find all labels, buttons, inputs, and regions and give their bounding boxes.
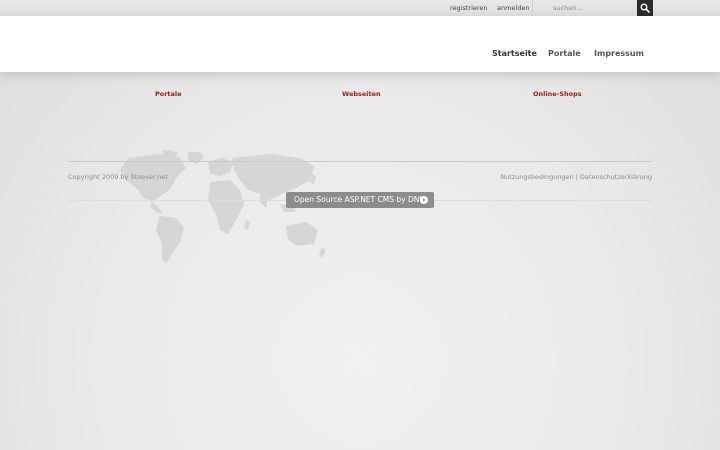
- arrow-circle-icon: [420, 196, 428, 204]
- register-link[interactable]: registrieren: [450, 0, 488, 16]
- dnn-cms-button[interactable]: Open Source ASP.NET CMS by DNN: [286, 192, 434, 208]
- world-map-icon: [120, 150, 326, 264]
- search-button[interactable]: [637, 0, 653, 16]
- terms-link[interactable]: Nutzungsbedingungen: [500, 173, 573, 181]
- top-utility-bar: registrieren anmelden: [0, 0, 720, 16]
- footer-divider-top: [68, 161, 652, 162]
- legal-links: Nutzungsbedingungen | Datenschutzerklärung: [500, 173, 652, 181]
- nav-item-portale[interactable]: Portale: [548, 49, 581, 59]
- search-icon: [640, 3, 650, 13]
- dnn-button-label: Open Source ASP.NET CMS by DNN: [294, 195, 425, 204]
- content-link-webseiten[interactable]: Webseiten: [342, 90, 381, 98]
- site-header: Startseite Portale Impressum: [0, 16, 720, 72]
- copyright-text: Copyright 2009 by Stoever.net: [68, 173, 168, 181]
- content-link-portale[interactable]: Portale: [155, 90, 182, 98]
- search-input[interactable]: [533, 0, 628, 16]
- nav-item-startseite[interactable]: Startseite: [492, 49, 537, 59]
- nav-item-impressum[interactable]: Impressum: [594, 49, 644, 59]
- privacy-link[interactable]: Datenschutzerklärung: [580, 173, 652, 181]
- content-link-online-shops[interactable]: Online-Shops: [533, 90, 582, 98]
- login-link[interactable]: anmelden: [497, 0, 529, 16]
